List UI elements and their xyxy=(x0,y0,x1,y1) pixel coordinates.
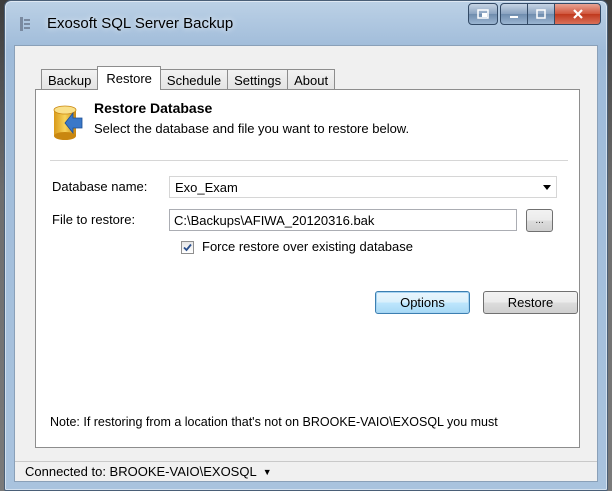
tab-restore[interactable]: Restore xyxy=(97,66,161,90)
header-divider xyxy=(50,160,568,161)
file-to-restore-input[interactable]: C:\Backups\AFIWA_20120316.bak xyxy=(169,209,517,231)
tab-settings[interactable]: Settings xyxy=(227,69,289,90)
app-window: Exosoft SQL Server Backup Backup Restore… xyxy=(4,0,608,491)
restore-button[interactable]: Restore xyxy=(483,291,578,314)
chevron-down-icon xyxy=(543,185,551,190)
window-title: Exosoft SQL Server Backup xyxy=(47,15,234,32)
restore-down-button[interactable] xyxy=(468,3,498,25)
tab-about[interactable]: About xyxy=(287,69,336,90)
app-icon xyxy=(20,17,30,31)
status-bar[interactable]: Connected to: BROOKE-VAIO\EXOSQL ▼ xyxy=(15,461,597,481)
file-to-restore-label: File to restore: xyxy=(52,212,136,227)
caption-buttons xyxy=(468,3,601,25)
database-name-combo[interactable]: Exo_Exam xyxy=(169,176,557,198)
database-name-label: Database name: xyxy=(52,179,148,194)
connection-status: Connected to: BROOKE-VAIO\EXOSQL xyxy=(25,464,257,479)
tab-schedule[interactable]: Schedule xyxy=(159,69,229,90)
close-icon xyxy=(572,9,583,19)
maximize-button[interactable] xyxy=(528,3,555,25)
section-subtitle: Select the database and file you want to… xyxy=(94,121,410,136)
close-button[interactable] xyxy=(555,3,601,25)
minimize-button[interactable] xyxy=(500,3,528,25)
restore-note: Note: If restoring from a location that'… xyxy=(50,415,498,429)
section-title: Restore Database xyxy=(94,100,213,116)
options-button[interactable]: Options xyxy=(375,291,470,314)
file-to-restore-value: C:\Backups\AFIWA_20120316.bak xyxy=(174,212,375,228)
force-restore-label: Force restore over existing database xyxy=(202,239,413,254)
title-bar[interactable]: Exosoft SQL Server Backup xyxy=(5,1,607,45)
minimize-icon xyxy=(510,16,518,18)
tab-backup[interactable]: Backup xyxy=(41,69,99,90)
status-dropdown-icon: ▼ xyxy=(262,466,272,477)
tab-strip: Backup Restore Schedule Settings About xyxy=(41,66,336,90)
maximize-icon xyxy=(536,9,546,19)
checkmark-icon xyxy=(183,243,192,252)
restore-panel: Restore Database Select the database and… xyxy=(35,89,580,448)
force-restore-checkbox[interactable] xyxy=(181,241,194,254)
window-extra-icon xyxy=(477,9,489,19)
database-restore-icon xyxy=(53,105,83,140)
browse-button[interactable]: ... xyxy=(526,209,553,232)
database-name-value: Exo_Exam xyxy=(175,179,238,195)
client-area: Backup Restore Schedule Settings About R… xyxy=(14,45,598,482)
